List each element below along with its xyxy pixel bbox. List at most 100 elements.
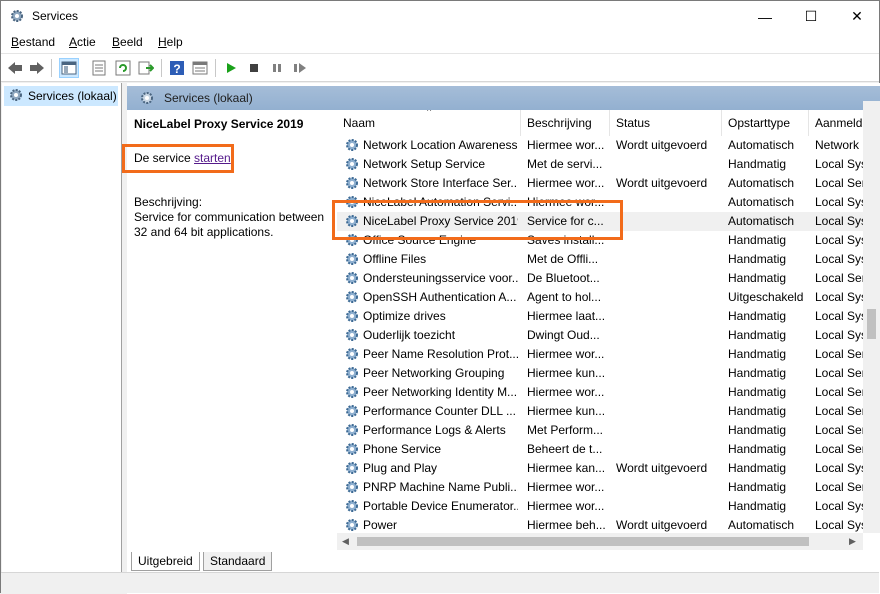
horizontal-scrollbar[interactable]: ◀ ▶ bbox=[337, 533, 863, 550]
scroll-right-icon[interactable]: ▶ bbox=[849, 536, 856, 547]
restart-service-button[interactable] bbox=[290, 58, 310, 78]
pane-header: Services (lokaal) bbox=[127, 86, 880, 110]
service-gear-icon bbox=[344, 175, 360, 191]
export-button[interactable] bbox=[136, 58, 156, 78]
service-row[interactable]: Ouderlijk toezicht Dwingt Oud... Handmatig… bbox=[337, 326, 867, 345]
service-name: Network Location Awareness bbox=[363, 138, 518, 152]
service-name: Performance Logs & Alerts bbox=[363, 423, 506, 437]
vertical-scroll-thumb[interactable] bbox=[867, 309, 876, 339]
service-row[interactable]: Phone Service Beheert de t... Handmatig Loc… bbox=[337, 440, 867, 459]
service-logon: Local Ser bbox=[815, 385, 866, 399]
service-row[interactable]: PNRP Machine Name Publi... Hiermee wor...… bbox=[337, 478, 867, 497]
service-row[interactable]: Performance Logs & Alerts Met Perform... H… bbox=[337, 421, 867, 440]
export-icon bbox=[138, 61, 154, 75]
service-gear-icon bbox=[344, 137, 360, 153]
pause-service-button[interactable] bbox=[267, 58, 287, 78]
service-name: Ouderlijk toezicht bbox=[363, 328, 456, 342]
service-logon: Local Sys bbox=[815, 461, 867, 475]
service-row[interactable]: OpenSSH Authentication A... Agent to hol.… bbox=[337, 288, 867, 307]
service-status: Wordt uitgevoerd bbox=[616, 138, 708, 152]
menu-beeld[interactable]: Beeld bbox=[112, 35, 143, 49]
service-name: OpenSSH Authentication A... bbox=[363, 290, 517, 304]
tab-standaard[interactable]: Standaard bbox=[203, 552, 273, 571]
service-row[interactable]: Peer Name Resolution Prot... Hiermee wor.… bbox=[337, 345, 867, 364]
service-row[interactable]: Network Location Awareness Hiermee wor...… bbox=[337, 136, 867, 155]
service-logon: Local Sys bbox=[815, 252, 867, 266]
console-tree-button[interactable] bbox=[59, 58, 79, 78]
service-row[interactable]: Ondersteuningsservice voor... De Bluetoot… bbox=[337, 269, 867, 288]
column-header-name[interactable]: ^ Naam bbox=[337, 110, 521, 136]
column-header-description[interactable]: Beschrijving bbox=[521, 110, 610, 136]
tree-item-label: Services (lokaal) bbox=[28, 89, 117, 103]
service-startup-type: Handmatig bbox=[728, 347, 787, 361]
service-startup-type: Handmatig bbox=[728, 328, 787, 342]
stop-service-icon bbox=[250, 64, 258, 72]
toolbar-separator bbox=[215, 59, 216, 77]
service-row[interactable]: Optimize drives Hiermee laat... Handmatig L… bbox=[337, 307, 867, 326]
service-logon: Local Sys bbox=[815, 309, 867, 323]
service-name: Performance Counter DLL ... bbox=[363, 404, 516, 418]
description-text: Service for communication between 32 and… bbox=[134, 210, 325, 239]
help-button[interactable]: ? bbox=[167, 58, 187, 78]
minimize-icon: — bbox=[758, 8, 772, 25]
service-name: Network Store Interface Ser... bbox=[363, 176, 518, 190]
back-icon bbox=[8, 62, 22, 74]
column-header-startup-type[interactable]: Opstarttype bbox=[722, 110, 809, 136]
refresh-icon bbox=[115, 60, 131, 76]
vertical-scrollbar[interactable] bbox=[863, 101, 880, 533]
service-row[interactable]: Peer Networking Identity M... Hiermee wor… bbox=[337, 383, 867, 402]
service-name: PNRP Machine Name Publi... bbox=[363, 480, 518, 494]
service-logon: Local Sys bbox=[815, 328, 867, 342]
service-startup-type: Automatisch bbox=[728, 195, 795, 209]
service-description: De Bluetoot... bbox=[527, 271, 600, 285]
service-description: Hiermee wor... bbox=[527, 176, 605, 190]
service-row[interactable]: Plug and Play Hiermee kan... Wordt uitgevo… bbox=[337, 459, 867, 478]
description-label: Beschrijving: bbox=[134, 195, 203, 209]
tree-item-services-local[interactable]: Services (lokaal) bbox=[4, 86, 118, 106]
back-button[interactable] bbox=[5, 58, 25, 78]
service-logon: Local Sys bbox=[815, 290, 867, 304]
service-startup-type: Handmatig bbox=[728, 461, 787, 475]
service-startup-type: Handmatig bbox=[728, 404, 787, 418]
service-row[interactable]: Peer Networking Grouping Hiermee kun... Ha… bbox=[337, 364, 867, 383]
service-name: Ondersteuningsservice voor... bbox=[363, 271, 518, 285]
list-view-button[interactable] bbox=[190, 58, 210, 78]
properties-button[interactable] bbox=[89, 58, 109, 78]
maximize-icon: ☐ bbox=[804, 8, 818, 24]
service-row[interactable]: Network Store Interface Ser... Hiermee wo… bbox=[337, 174, 867, 193]
service-logon: Local Sys bbox=[815, 518, 867, 532]
service-row[interactable]: Performance Counter DLL ... Hiermee kun..… bbox=[337, 402, 867, 421]
service-gear-icon bbox=[344, 479, 360, 495]
refresh-button[interactable] bbox=[113, 58, 133, 78]
services-window: Services — ☐ ✕ Bestand Actie Beeld Help bbox=[0, 0, 880, 594]
column-header-status[interactable]: Status bbox=[610, 110, 722, 136]
menu-actie[interactable]: Actie bbox=[69, 35, 96, 49]
menu-help[interactable]: Help bbox=[158, 35, 183, 49]
service-logon: Local Sys bbox=[815, 195, 867, 209]
forward-button[interactable] bbox=[27, 58, 47, 78]
start-service-button[interactable] bbox=[221, 58, 241, 78]
service-name: Power bbox=[363, 518, 398, 532]
horizontal-scroll-thumb[interactable] bbox=[357, 537, 809, 546]
toolbar: ? bbox=[1, 54, 879, 82]
minimize-button[interactable]: — bbox=[742, 1, 788, 32]
scroll-left-icon[interactable]: ◀ bbox=[342, 536, 349, 547]
service-startup-type: Handmatig bbox=[728, 442, 787, 456]
close-button[interactable]: ✕ bbox=[834, 1, 880, 32]
service-logon: Local Ser bbox=[815, 480, 866, 494]
service-row[interactable]: Network Setup Service Met de servi... Hand… bbox=[337, 155, 867, 174]
service-startup-type: Uitgeschakeld bbox=[728, 290, 804, 304]
menu-bestand[interactable]: Bestand bbox=[11, 35, 55, 49]
tab-uitgebreid[interactable]: Uitgebreid bbox=[131, 552, 200, 571]
service-row[interactable]: Offline Files Met de Offli... Handmatig Loc… bbox=[337, 250, 867, 269]
service-row[interactable]: Portable Device Enumerator... Hiermee wor… bbox=[337, 497, 867, 516]
service-gear-icon bbox=[344, 251, 360, 267]
pause-service-icon bbox=[273, 64, 281, 72]
service-startup-type: Automatisch bbox=[728, 138, 795, 152]
maximize-button[interactable]: ☐ bbox=[788, 1, 834, 32]
pane-header-title: Services (lokaal) bbox=[164, 91, 253, 105]
status-bar bbox=[1, 572, 879, 593]
close-icon: ✕ bbox=[851, 8, 863, 24]
service-logon: Local Sys bbox=[815, 499, 867, 513]
stop-service-button[interactable] bbox=[244, 58, 264, 78]
